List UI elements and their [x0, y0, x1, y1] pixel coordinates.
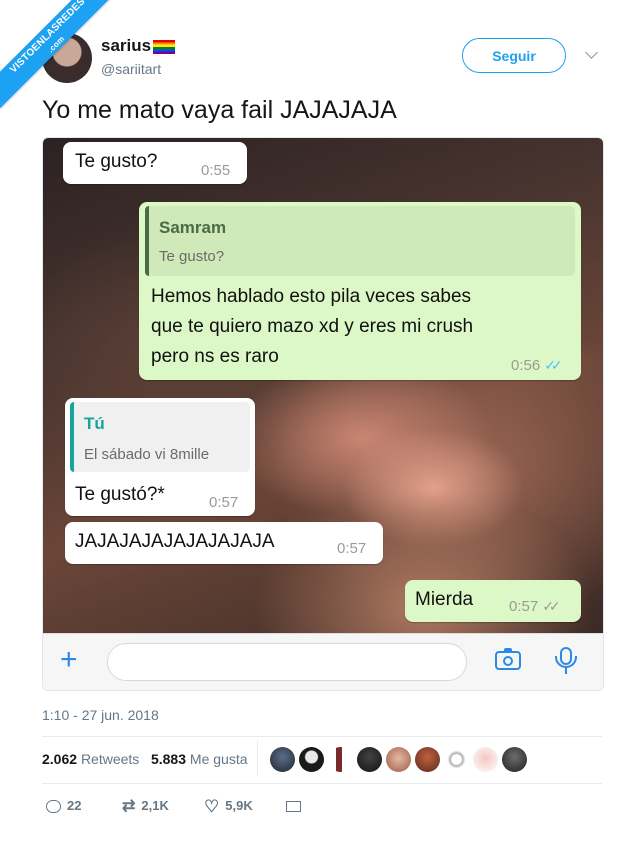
message-text: Mierda	[415, 589, 474, 610]
divider	[42, 783, 602, 784]
replies-count: 22	[67, 798, 82, 813]
retweets-label: Retweets	[80, 751, 140, 767]
retweet-icon: ⇄	[122, 797, 136, 815]
reply-icon	[46, 800, 61, 814]
quote-author: Tú	[84, 414, 105, 433]
quote-text: El sábado vi 8mille	[84, 446, 210, 463]
message-time: 0:57	[509, 598, 539, 615]
liker-avatar[interactable]	[473, 747, 498, 772]
delivered-ticks-icon: ✓✓	[542, 598, 561, 614]
message-text: Te gusto?	[75, 151, 158, 172]
heart-icon: ♡	[204, 796, 220, 816]
mail-icon	[286, 801, 301, 813]
quote-text: Te gusto?	[159, 248, 225, 265]
liker-avatar[interactable]	[270, 747, 295, 772]
chat-message-incoming: Tú El sábado vi 8mille Te gustó?* 0:57	[65, 398, 255, 516]
message-status: 0:57 ✓✓	[509, 598, 561, 615]
message-status: 0:56 ✓✓	[511, 357, 563, 374]
chat-text-field	[107, 643, 467, 681]
chat-message-outgoing: Mierda 0:57 ✓✓	[405, 580, 581, 622]
chevron-down-icon[interactable]	[585, 46, 598, 59]
liker-avatar[interactable]	[299, 747, 324, 772]
message-time: 0:57	[337, 540, 367, 557]
chat-message-incoming: Te gusto? 0:55	[63, 142, 247, 184]
message-text: Te gustó?*	[75, 484, 165, 505]
message-time: 0:56	[511, 357, 541, 374]
liker-avatar[interactable]	[502, 747, 527, 772]
chat-message-outgoing: Samram Te gusto? Hemos hablado esto pila…	[139, 202, 581, 380]
quoted-message: Tú El sábado vi 8mille	[70, 402, 250, 472]
message-text: JAJAJAJAJAJAJAJAJA	[75, 531, 275, 552]
likes-action-count: 5,9K	[225, 798, 253, 813]
plus-icon: +	[60, 643, 78, 676]
reply-action[interactable]: 22	[46, 798, 82, 814]
retweets-count: 2.062	[42, 751, 78, 767]
watermark-ribbon: VISTOENLASREDES .com	[0, 0, 120, 120]
chat-message-incoming: JAJAJAJAJAJAJAJAJA 0:57	[65, 522, 383, 564]
divider	[42, 736, 602, 737]
likes-stat[interactable]: 5.883 Me gusta	[151, 751, 248, 767]
tweet-media[interactable]: Te gusto? 0:55 Samram Te gusto? Hemos ha…	[42, 137, 604, 691]
message-time: 0:55	[201, 162, 231, 179]
liker-avatar[interactable]	[328, 747, 353, 772]
liker-avatar[interactable]	[357, 747, 382, 772]
message-line: que te quiero mazo xd y eres mi crush	[151, 316, 474, 337]
direct-message-action[interactable]	[286, 798, 307, 813]
message-time: 0:57	[209, 494, 239, 511]
divider	[257, 740, 258, 776]
liker-avatar[interactable]	[444, 747, 469, 772]
liker-avatar[interactable]	[386, 747, 411, 772]
quoted-message: Samram Te gusto?	[145, 206, 575, 276]
tweet-stats: 2.062 Retweets 5.883 Me gusta	[42, 751, 248, 767]
chat-input-bar: +	[43, 633, 603, 690]
liker-avatar[interactable]	[415, 747, 440, 772]
like-action[interactable]: ♡ 5,9K	[204, 796, 253, 816]
tweet-timestamp[interactable]: 1:10 - 27 jun. 2018	[42, 707, 159, 723]
rainbow-flag-icon	[153, 39, 176, 54]
retweet-action[interactable]: ⇄ 2,1K	[122, 798, 169, 814]
message-line: pero ns es raro	[151, 346, 279, 367]
retweets-stat[interactable]: 2.062 Retweets	[42, 751, 139, 767]
likes-label: Me gusta	[189, 751, 248, 767]
message-line: Hemos hablado esto pila veces sabes	[151, 286, 472, 307]
retweets-action-count: 2,1K	[141, 798, 169, 813]
read-ticks-icon: ✓✓	[544, 357, 563, 373]
quote-author: Samram	[159, 218, 227, 237]
camera-icon	[495, 648, 521, 670]
follow-button[interactable]: Seguir	[462, 38, 566, 73]
likes-count: 5.883	[150, 751, 187, 767]
